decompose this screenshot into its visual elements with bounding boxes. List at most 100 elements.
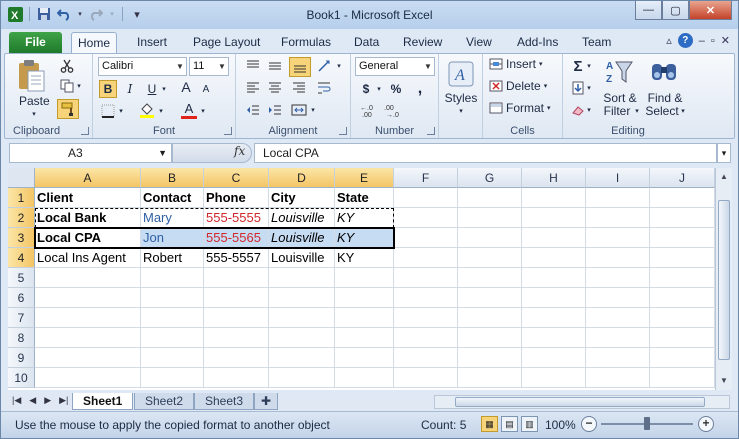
tab-data[interactable]: Data xyxy=(348,32,385,53)
format-cells-dropdown-icon[interactable]: ▾ xyxy=(547,104,551,112)
close-button[interactable]: ✕ xyxy=(689,1,732,20)
vertical-scroll-thumb[interactable] xyxy=(718,200,730,360)
cell-a4[interactable]: Local Ins Agent xyxy=(35,248,141,268)
cell-g6[interactable] xyxy=(458,288,522,308)
shrink-font-button[interactable]: A xyxy=(197,80,215,98)
prev-sheet-icon[interactable]: ◀ xyxy=(29,395,36,406)
sort-filter-icon[interactable]: AZ xyxy=(603,57,635,87)
maximize-button[interactable]: ▢ xyxy=(662,1,689,20)
cell-b7[interactable] xyxy=(141,308,204,328)
row-header-8[interactable]: 8 xyxy=(8,328,35,348)
col-header-e[interactable]: E xyxy=(335,168,394,188)
cell-e9[interactable] xyxy=(335,348,394,368)
number-format-combo[interactable]: General ▼ xyxy=(355,57,435,76)
grow-font-button[interactable]: A xyxy=(177,78,195,96)
cell-i4[interactable] xyxy=(586,248,650,268)
cell-g1[interactable] xyxy=(458,188,522,208)
horizontal-scroll-thumb[interactable] xyxy=(455,397,705,407)
col-header-h[interactable]: H xyxy=(522,168,586,188)
cell-j7[interactable] xyxy=(650,308,715,328)
cell-f9[interactable] xyxy=(394,348,458,368)
cell-j6[interactable] xyxy=(650,288,715,308)
find-select-icon[interactable] xyxy=(649,57,679,87)
sort-filter-dropdown-icon[interactable]: ▾ xyxy=(633,105,641,118)
cell-i2[interactable] xyxy=(586,208,650,228)
font-color-button[interactable]: A xyxy=(179,100,199,120)
tab-review[interactable]: Review xyxy=(397,32,448,53)
cell-e3[interactable]: KY xyxy=(335,228,394,248)
cell-d8[interactable] xyxy=(269,328,335,348)
row-header-2[interactable]: 2 xyxy=(8,208,35,228)
cell-a10[interactable] xyxy=(35,368,141,388)
cell-b2[interactable]: Mary xyxy=(141,208,204,228)
cell-c1[interactable]: Phone xyxy=(204,188,269,208)
row-header-9[interactable]: 9 xyxy=(8,348,35,368)
underline-dropdown-icon[interactable]: ▾ xyxy=(160,80,168,98)
col-header-c[interactable]: C xyxy=(204,168,269,188)
cell-d9[interactable] xyxy=(269,348,335,368)
text-orientation-icon[interactable] xyxy=(315,57,333,75)
align-top-icon[interactable] xyxy=(243,57,263,75)
name-box[interactable]: A3 ▼ xyxy=(9,143,172,163)
cell-c6[interactable] xyxy=(204,288,269,308)
find-select-label-2[interactable]: Select xyxy=(643,105,681,118)
align-left-icon[interactable] xyxy=(243,79,263,97)
align-right-icon[interactable] xyxy=(289,79,309,97)
cell-h3[interactable] xyxy=(522,228,586,248)
cell-h1[interactable] xyxy=(522,188,586,208)
cell-i5[interactable] xyxy=(586,268,650,288)
clear-dropdown-icon[interactable]: ▾ xyxy=(585,101,593,119)
cell-g9[interactable] xyxy=(458,348,522,368)
currency-button[interactable]: $ xyxy=(357,80,375,98)
styles-button[interactable]: Styles xyxy=(439,92,483,105)
cell-j8[interactable] xyxy=(650,328,715,348)
cell-a7[interactable] xyxy=(35,308,141,328)
cell-f6[interactable] xyxy=(394,288,458,308)
decrease-indent-icon[interactable] xyxy=(243,101,263,119)
scroll-down-icon[interactable]: ▼ xyxy=(717,374,731,388)
cell-g7[interactable] xyxy=(458,308,522,328)
cell-d2[interactable]: Louisville xyxy=(269,208,335,228)
expand-formula-bar-icon[interactable]: ▾ xyxy=(717,143,731,163)
tab-formulas[interactable]: Formulas xyxy=(275,32,337,53)
paste-dropdown-icon[interactable]: ▾ xyxy=(29,108,39,121)
increase-decimal-icon[interactable]: ←.0.00 xyxy=(359,102,379,120)
cell-c4[interactable]: 555-5557 xyxy=(204,248,269,268)
scroll-up-icon[interactable]: ▲ xyxy=(717,170,731,184)
cell-e6[interactable] xyxy=(335,288,394,308)
align-middle-icon[interactable] xyxy=(265,57,285,75)
first-sheet-icon[interactable]: |◀ xyxy=(12,395,21,406)
font-size-dropdown-icon[interactable]: ▼ xyxy=(216,58,228,75)
cell-h5[interactable] xyxy=(522,268,586,288)
cell-e4[interactable]: KY xyxy=(335,248,394,268)
cell-f5[interactable] xyxy=(394,268,458,288)
worksheet-grid[interactable]: A B C D E F G H I J 1 2 3 4 5 6 7 8 9 10… xyxy=(8,168,715,390)
zoom-slider-thumb[interactable] xyxy=(644,417,650,430)
cell-c2[interactable]: 555-5555 xyxy=(204,208,269,228)
row-header-5[interactable]: 5 xyxy=(8,268,35,288)
cell-b4[interactable]: Robert xyxy=(141,248,204,268)
cell-d5[interactable] xyxy=(269,268,335,288)
col-header-d[interactable]: D xyxy=(269,168,335,188)
sheet-tab-sheet3[interactable]: Sheet3 xyxy=(194,393,255,410)
col-header-a[interactable]: A xyxy=(35,168,141,188)
cell-e2[interactable]: KY xyxy=(335,208,394,228)
cell-h9[interactable] xyxy=(522,348,586,368)
underline-button[interactable]: U xyxy=(143,80,161,98)
cell-a3[interactable]: Local CPA xyxy=(35,228,141,248)
cell-a5[interactable] xyxy=(35,268,141,288)
cell-b8[interactable] xyxy=(141,328,204,348)
zoom-out-button[interactable]: − xyxy=(581,416,597,432)
percent-button[interactable]: % xyxy=(387,80,405,98)
align-center-icon[interactable] xyxy=(265,79,285,97)
cell-j1[interactable] xyxy=(650,188,715,208)
cell-j5[interactable] xyxy=(650,268,715,288)
insert-sheet-icon[interactable]: ✚ xyxy=(254,393,279,410)
insert-cells-dropdown-icon[interactable]: ▾ xyxy=(539,60,543,68)
horizontal-scrollbar[interactable] xyxy=(434,395,730,409)
cell-j10[interactable] xyxy=(650,368,715,388)
font-name-combo[interactable]: Calibri ▼ xyxy=(98,57,187,76)
cell-i8[interactable] xyxy=(586,328,650,348)
cell-c10[interactable] xyxy=(204,368,269,388)
delete-cells-button[interactable]: Delete ▾ xyxy=(489,79,547,93)
